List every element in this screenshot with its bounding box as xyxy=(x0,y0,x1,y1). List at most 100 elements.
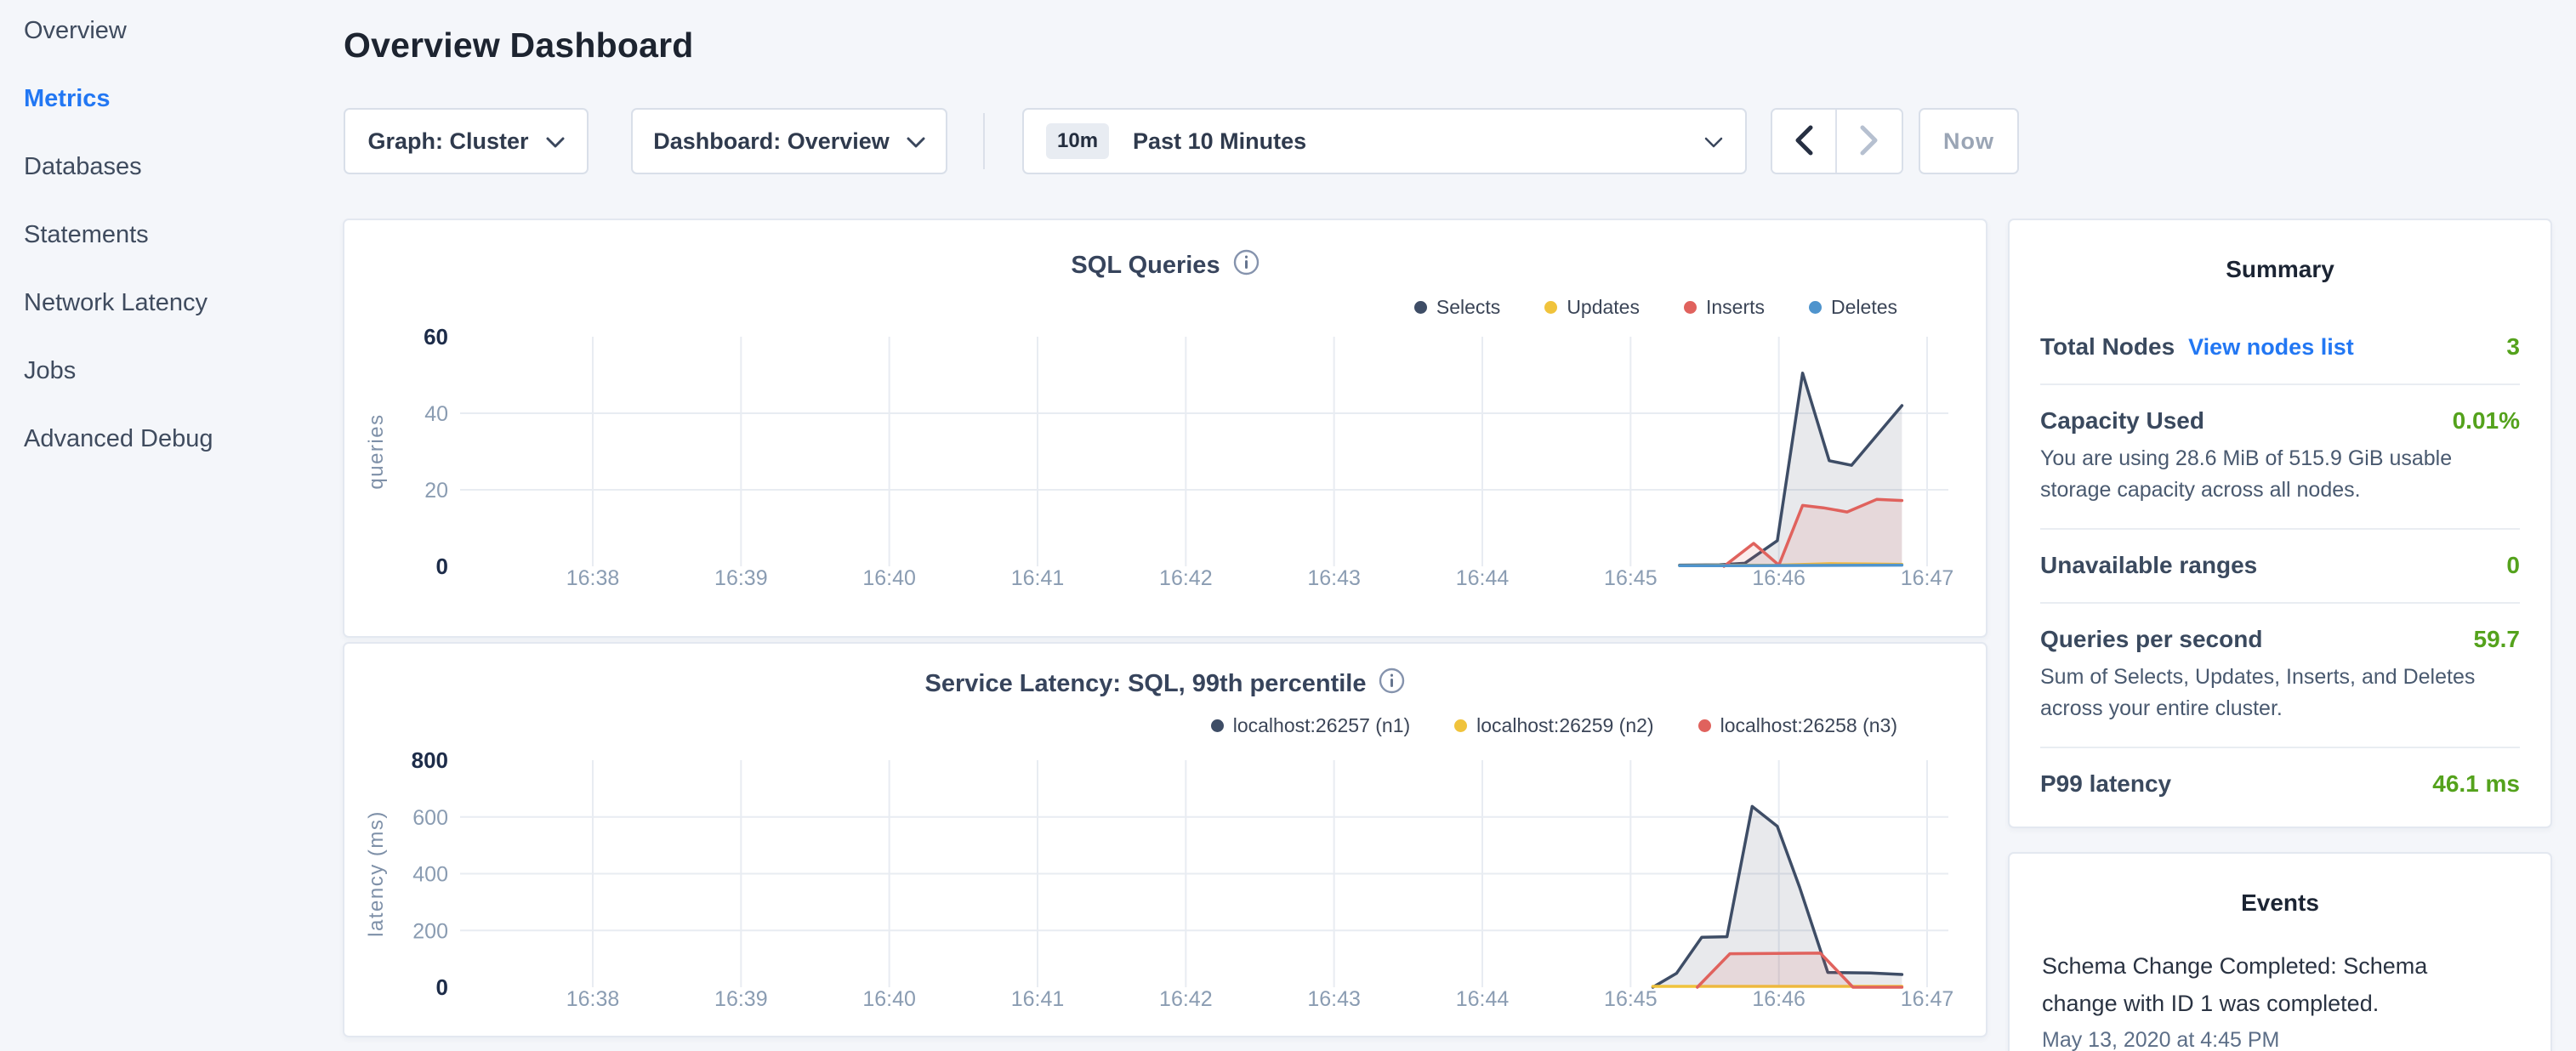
sidebar-item-jobs[interactable]: Jobs xyxy=(0,337,337,405)
summary-panel: Summary Total NodesView nodes list3Capac… xyxy=(2008,219,2552,828)
legend-item-inserts[interactable]: Inserts xyxy=(1684,296,1765,319)
x-tick-label: 16:44 xyxy=(1456,987,1510,1011)
chevron-down-icon xyxy=(907,128,925,155)
controls-bar: Graph: Cluster Dashboard: Overview 10m P… xyxy=(344,108,2019,174)
legend-dot xyxy=(1544,301,1557,314)
summary-row-value: 59.7 xyxy=(2474,625,2521,654)
x-tick-label: 16:42 xyxy=(1159,987,1213,1011)
legend-dot xyxy=(1684,301,1697,314)
event-item: Schema Change Completed: Schema change w… xyxy=(2042,947,2518,1051)
x-tick-label: 16:39 xyxy=(714,566,768,590)
legend-label: localhost:26258 (n3) xyxy=(1720,714,1897,737)
y-axis-label: queries xyxy=(365,413,388,489)
event-timestamp: May 13, 2020 at 4:45 PM xyxy=(2042,1028,2518,1051)
sidebar-item-databases[interactable]: Databases xyxy=(0,133,337,201)
view-nodes-list-link[interactable]: View nodes list xyxy=(2188,332,2354,361)
summary-row-head: Capacity Used 0.01% xyxy=(2040,406,2520,435)
legend-item-localhost-26259-n2[interactable]: localhost:26259 (n2) xyxy=(1454,714,1653,737)
x-tick-label: 16:39 xyxy=(714,987,768,1011)
info-icon[interactable] xyxy=(1379,668,1405,701)
controls-divider xyxy=(983,113,985,169)
x-tick-label: 16:38 xyxy=(566,566,620,590)
x-tick-label: 16:44 xyxy=(1456,566,1510,590)
legend-item-deletes[interactable]: Deletes xyxy=(1809,296,1897,319)
time-range-badge: 10m xyxy=(1046,123,1109,159)
summary-row-subtext: You are using 28.6 MiB of 515.9 GiB usab… xyxy=(2040,443,2520,506)
sidebar: OverviewMetricsDatabasesStatementsNetwor… xyxy=(0,0,337,473)
chart-title: SQL Queries xyxy=(1071,252,1220,280)
y-tick-label: 0 xyxy=(436,554,448,579)
summary-row-p99-latency: P99 latency 46.1 ms xyxy=(2040,748,2520,821)
legend-dot xyxy=(1414,301,1427,314)
y-tick-label: 20 xyxy=(424,479,448,503)
y-tick-label: 600 xyxy=(412,806,448,830)
summary-row-value: 3 xyxy=(2506,332,2520,361)
info-icon[interactable] xyxy=(1233,249,1260,282)
summary-row-head: Unavailable ranges0 xyxy=(2040,551,2520,580)
x-tick-label: 16:45 xyxy=(1604,987,1658,1011)
legend-item-localhost-26258-n3[interactable]: localhost:26258 (n3) xyxy=(1698,714,1897,737)
summary-row-label: Unavailable ranges xyxy=(2040,551,2257,580)
x-tick-label: 16:46 xyxy=(1752,987,1805,1011)
y-tick-label: 0 xyxy=(436,974,448,1000)
x-tick-label: 16:38 xyxy=(566,987,620,1011)
y-tick-label: 800 xyxy=(412,747,448,773)
dashboard-dropdown[interactable]: Dashboard: Overview xyxy=(631,108,947,174)
summary-row-unavailable-ranges: Unavailable ranges0 xyxy=(2040,530,2520,604)
sidebar-item-metrics[interactable]: Metrics xyxy=(0,65,337,133)
summary-row-label: Queries per second xyxy=(2040,625,2262,654)
legend-label: Selects xyxy=(1436,296,1500,319)
legend-label: localhost:26259 (n2) xyxy=(1476,714,1653,737)
x-tick-label: 16:40 xyxy=(862,566,916,590)
chart-title: Service Latency: SQL, 99th percentile xyxy=(925,670,1367,698)
sidebar-item-statements[interactable]: Statements xyxy=(0,201,337,269)
graph-dropdown[interactable]: Graph: Cluster xyxy=(344,108,589,174)
time-step-forward-button[interactable] xyxy=(1837,110,1902,173)
y-tick-label: 40 xyxy=(424,402,448,426)
sidebar-item-network-latency[interactable]: Network Latency xyxy=(0,269,337,337)
x-tick-label: 16:46 xyxy=(1752,566,1805,590)
y-tick-label: 400 xyxy=(412,863,448,887)
legend-item-selects[interactable]: Selects xyxy=(1414,296,1500,319)
x-tick-label: 16:47 xyxy=(1901,566,1954,590)
legend-label: localhost:26257 (n1) xyxy=(1233,714,1410,737)
graph-dropdown-label: Graph: Cluster xyxy=(367,128,528,155)
sidebar-list: OverviewMetricsDatabasesStatementsNetwor… xyxy=(0,0,337,473)
sidebar-item-advanced-debug[interactable]: Advanced Debug xyxy=(0,405,337,473)
events-panel: Events Schema Change Completed: Schema c… xyxy=(2008,852,2552,1051)
events-list: Schema Change Completed: Schema change w… xyxy=(2010,947,2550,1051)
legend-label: Deletes xyxy=(1831,296,1897,319)
page-title: Overview Dashboard xyxy=(344,26,693,65)
y-axis-label: latency (ms) xyxy=(365,810,388,937)
time-step-back-button[interactable] xyxy=(1772,110,1837,173)
legend-dot xyxy=(1698,719,1711,732)
now-button[interactable]: Now xyxy=(1919,108,2019,174)
chevron-down-icon xyxy=(546,128,565,155)
time-range-dropdown[interactable]: 10m Past 10 Minutes xyxy=(1022,108,1747,174)
legend-item-updates[interactable]: Updates xyxy=(1544,296,1640,319)
summary-row-head: Total NodesView nodes list3 xyxy=(2040,332,2520,361)
chart-canvas: 16:3816:3916:4016:4116:4216:4316:4416:45… xyxy=(344,324,1989,606)
sql-queries-chart-card: SQL Queries Selects Updates Inserts Deletes… xyxy=(343,219,1987,638)
x-tick-label: 16:45 xyxy=(1604,566,1658,590)
summary-row-value: 0.01% xyxy=(2453,406,2520,435)
legend-label: Updates xyxy=(1567,296,1640,319)
time-range-label: Past 10 Minutes xyxy=(1133,128,1306,155)
y-tick-label: 60 xyxy=(424,324,448,349)
sidebar-item-overview[interactable]: Overview xyxy=(0,0,337,65)
chart-plot-area: 16:3816:3916:4016:4116:4216:4316:4416:45… xyxy=(344,739,1986,1024)
legend-dot xyxy=(1211,719,1224,732)
events-title: Events xyxy=(2010,854,2550,917)
chart-title-row: Service Latency: SQL, 99th percentile xyxy=(344,644,1986,701)
app-root: OverviewMetricsDatabasesStatementsNetwor… xyxy=(0,0,2576,1051)
chart-legend: localhost:26257 (n1) localhost:26259 (n2)… xyxy=(344,714,1986,737)
summary-row-label: P99 latency xyxy=(2040,770,2171,798)
legend-item-localhost-26257-n1[interactable]: localhost:26257 (n1) xyxy=(1211,714,1410,737)
legend-label: Inserts xyxy=(1706,296,1765,319)
summary-row-value: 46.1 ms xyxy=(2432,770,2520,798)
legend-dot xyxy=(1809,301,1822,314)
event-text: Schema Change Completed: Schema change w… xyxy=(2042,947,2450,1022)
dashboard-dropdown-label: Dashboard: Overview xyxy=(653,128,890,155)
summary-row-label: Capacity Used xyxy=(2040,406,2204,435)
series-line-deletes xyxy=(1680,565,1902,566)
